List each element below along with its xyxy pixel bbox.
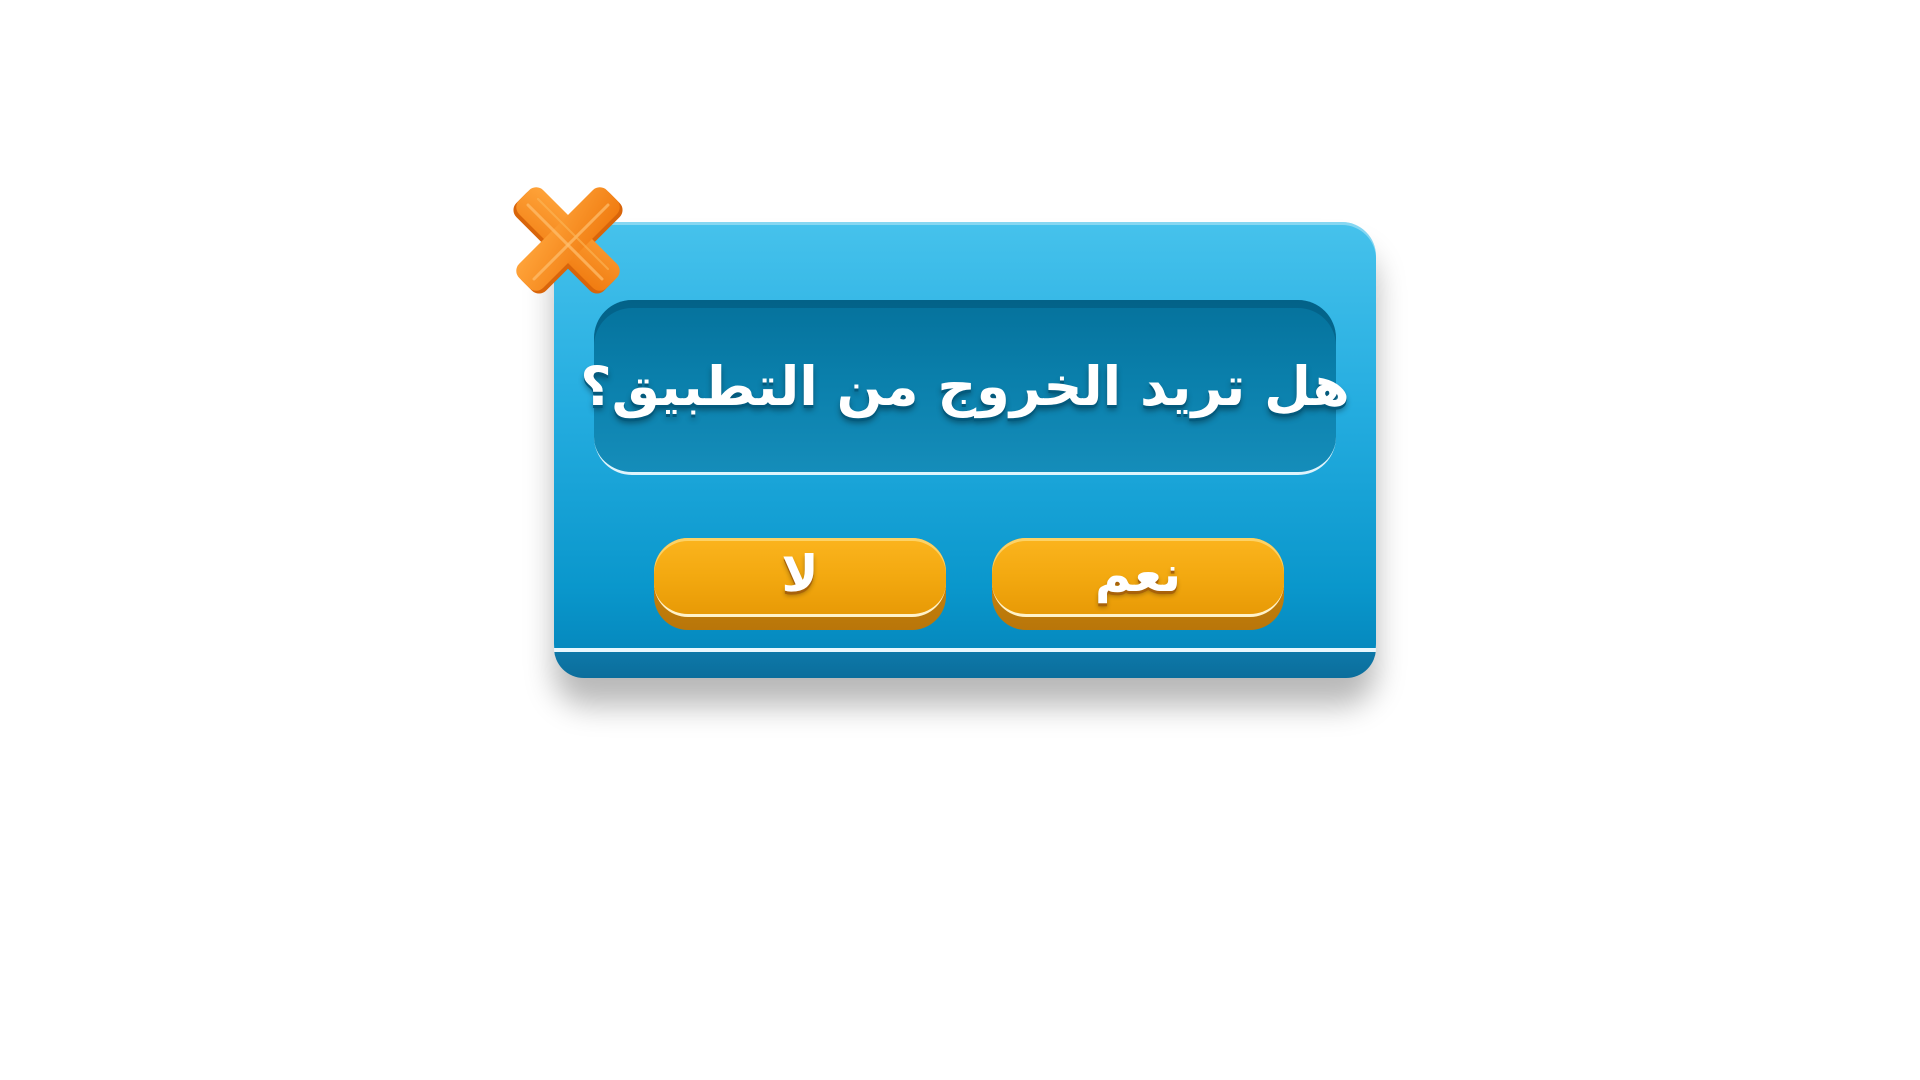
exit-dialog: هل تريد الخروج من التطبيق؟ لا نعم [554, 222, 1376, 678]
no-button[interactable]: لا [654, 538, 946, 630]
screen: هل تريد الخروج من التطبيق؟ لا نعم [0, 0, 1920, 1080]
yes-button[interactable]: نعم [992, 538, 1284, 630]
no-button-face[interactable]: لا [654, 538, 946, 617]
yes-button-face[interactable]: نعم [992, 538, 1284, 617]
yes-button-label: نعم [1094, 545, 1182, 603]
message-box: هل تريد الخروج من التطبيق؟ [580, 300, 1350, 475]
close-button[interactable] [506, 176, 630, 302]
dialog-base [554, 648, 1376, 678]
no-button-label: لا [781, 545, 819, 603]
close-x-icon [513, 187, 623, 294]
exit-message: هل تريد الخروج من التطبيق؟ [580, 354, 1350, 418]
